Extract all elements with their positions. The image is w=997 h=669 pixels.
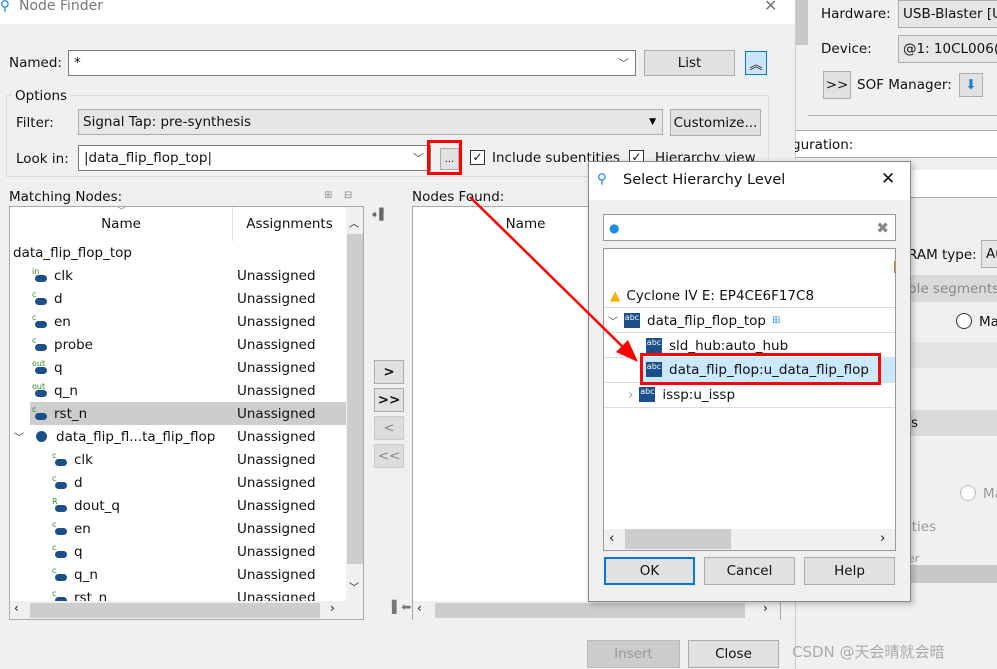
watermark: CSDN @天会晴就会暗 xyxy=(792,643,945,661)
annotation-arrow xyxy=(469,196,638,362)
